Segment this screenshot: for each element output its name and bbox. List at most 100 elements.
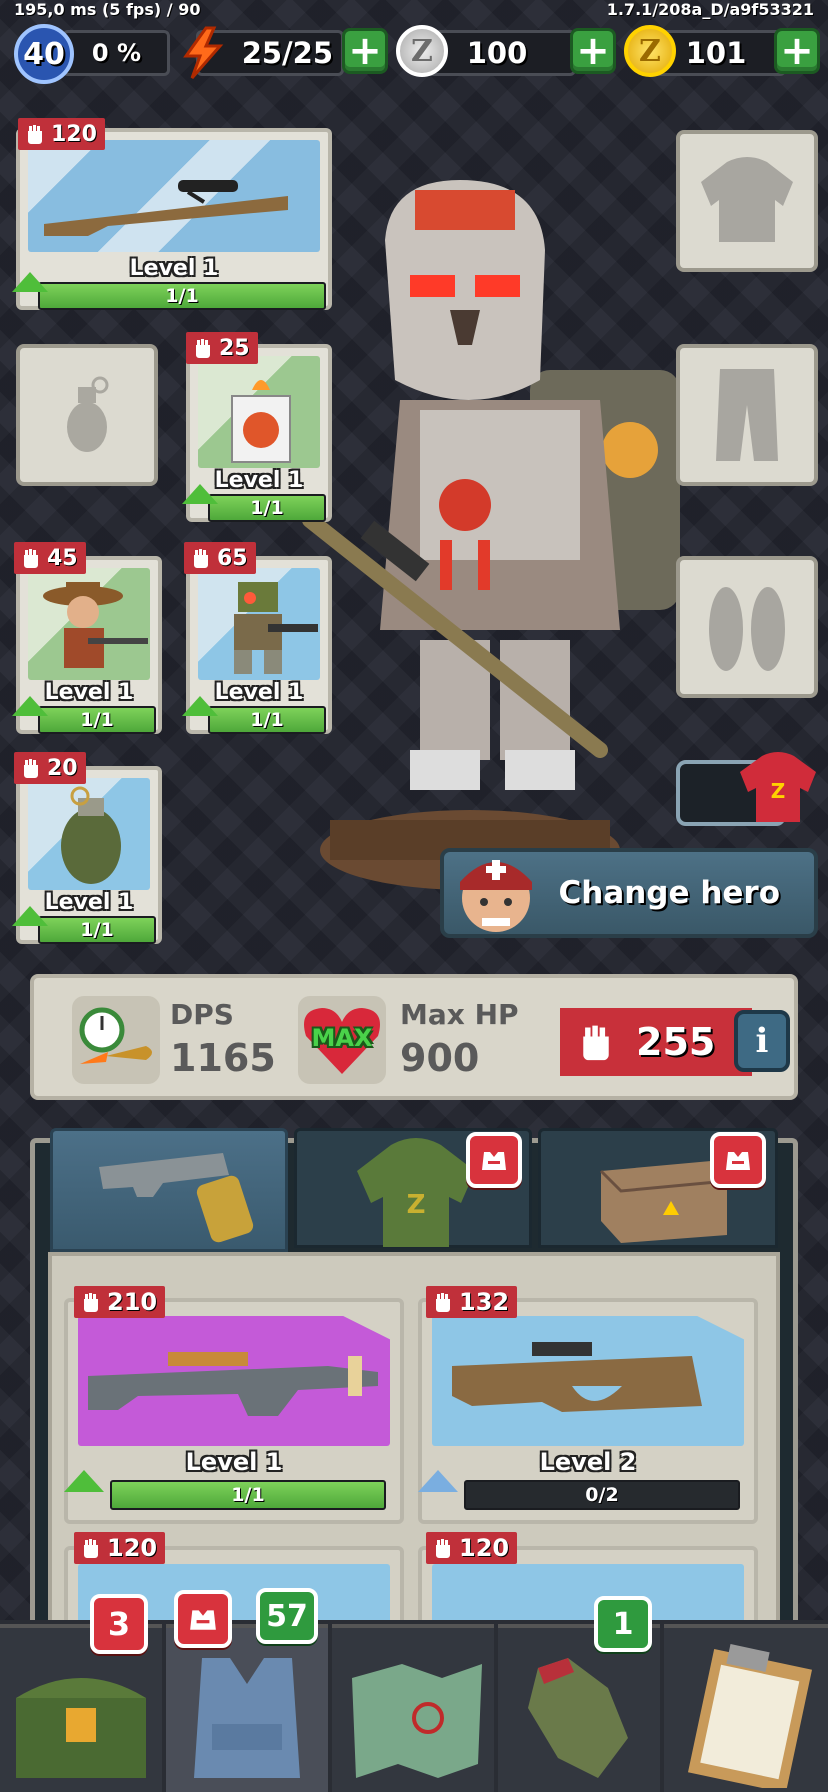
upgrade-arrow-icon bbox=[12, 696, 48, 716]
upgrade-arrow-icon bbox=[12, 272, 48, 292]
total-power-value: 255 bbox=[636, 1020, 716, 1064]
fist-icon bbox=[28, 125, 42, 144]
glove-count-badge: 1 bbox=[594, 1596, 652, 1652]
power-badge: 65 bbox=[184, 542, 256, 574]
xp-bar[interactable]: 0 % bbox=[62, 30, 170, 76]
equipped-card-cowboy[interactable]: Level 1 1/1 bbox=[12, 556, 162, 734]
equipped-card-grenade[interactable]: Level 1 1/1 bbox=[12, 766, 162, 944]
change-hero-label: Change hero bbox=[558, 875, 781, 911]
power-badge: 132 bbox=[426, 1286, 518, 1318]
power-badge: 45 bbox=[14, 542, 86, 574]
grenade-outline-icon bbox=[67, 376, 109, 452]
upgrade-arrow-icon bbox=[182, 696, 218, 716]
fist-icon bbox=[583, 1025, 609, 1061]
upgrade-arrow-icon bbox=[12, 906, 48, 926]
power-badge: 210 bbox=[74, 1286, 166, 1318]
dps-value: 1165 bbox=[170, 1036, 276, 1080]
progress-bar: 1/1 bbox=[38, 706, 156, 734]
progress-text: 0/2 bbox=[585, 1484, 619, 1506]
glove-icon bbox=[528, 1658, 628, 1778]
max-badge: MAX bbox=[311, 1024, 373, 1052]
nav-map[interactable] bbox=[332, 1624, 494, 1792]
slot-jacket-empty[interactable] bbox=[676, 130, 818, 272]
level-label: Level 1 bbox=[129, 256, 219, 281]
dps-label: DPS bbox=[170, 998, 234, 1031]
hero-portrait-icon bbox=[446, 840, 546, 940]
progress-bar: 1/1 bbox=[208, 706, 326, 734]
pistol-icon bbox=[99, 1153, 254, 1243]
smg-art bbox=[432, 1316, 744, 1446]
energy-plus-button[interactable]: + bbox=[342, 28, 388, 74]
fist-icon bbox=[436, 1293, 450, 1312]
progress-bar: 1/1 bbox=[110, 1480, 386, 1510]
fist-icon bbox=[194, 549, 208, 568]
inventory-item-rifle-purple[interactable]: Level 1 1/1 bbox=[64, 1298, 404, 1524]
debug-fps: 195,0 ms (5 fps) / 90 bbox=[14, 0, 201, 19]
red-hoodie-icon: Z bbox=[738, 752, 818, 828]
heart-icon: MAX bbox=[298, 996, 386, 1084]
power-badge: 25 bbox=[186, 332, 258, 364]
inventory-item-smg[interactable]: Level 2 0/2 bbox=[418, 1298, 758, 1524]
fist-icon bbox=[84, 1539, 98, 1558]
silver-value: 100 bbox=[466, 36, 528, 70]
equipped-card-rifle[interactable]: Level 1 1/1 bbox=[12, 128, 332, 310]
progress-bar: 1/1 bbox=[38, 282, 326, 310]
svg-text:Z: Z bbox=[407, 1190, 426, 1220]
power-badge: 120 bbox=[18, 118, 105, 150]
assault-rifle-art bbox=[78, 1316, 390, 1446]
progress-text: 1/1 bbox=[231, 1484, 265, 1506]
slot-shoes-empty[interactable] bbox=[676, 556, 818, 698]
fist-icon bbox=[24, 549, 38, 568]
chest-count-badge: 3 bbox=[90, 1594, 148, 1654]
slot-throwable-empty[interactable] bbox=[16, 344, 158, 486]
silver-coin-icon: Z bbox=[396, 25, 448, 77]
vest-icon bbox=[726, 1152, 750, 1170]
upgrade-arrow-icon bbox=[64, 1470, 104, 1492]
player-level-badge[interactable]: 40 bbox=[14, 24, 74, 84]
hero-figure bbox=[300, 160, 720, 940]
silver-plus-button[interactable]: + bbox=[570, 28, 616, 74]
fist-icon bbox=[436, 1539, 450, 1558]
equipped-card-lighter[interactable]: Level 1 1/1 bbox=[182, 344, 332, 522]
nav-missions[interactable] bbox=[664, 1624, 828, 1792]
tab-weapons[interactable] bbox=[50, 1128, 288, 1252]
tab-boxes-new-badge bbox=[710, 1132, 766, 1188]
power-badge: 20 bbox=[14, 752, 86, 784]
vest-icon bbox=[190, 1610, 216, 1630]
debug-version: 1.7.1/208a_D/a9f53321 bbox=[606, 0, 814, 19]
tab-clothing-new-badge bbox=[466, 1132, 522, 1188]
hoodie-outline-icon bbox=[701, 157, 793, 242]
gold-value: 101 bbox=[685, 36, 747, 70]
progress-text: 1/1 bbox=[250, 709, 284, 731]
gold-coin-icon: Z bbox=[624, 25, 676, 77]
bullet-stopwatch-icon bbox=[72, 996, 160, 1084]
equipped-card-robot[interactable]: Level 1 1/1 bbox=[182, 556, 332, 734]
progress-bar: 1/1 bbox=[208, 494, 326, 522]
upgrade-arrow-icon bbox=[182, 484, 218, 504]
clipboard-icon bbox=[687, 1644, 813, 1792]
sniper-rifle-art bbox=[28, 140, 320, 252]
total-power-banner: 255 bbox=[560, 1008, 752, 1076]
svg-text:Z: Z bbox=[771, 779, 786, 803]
vest-icon bbox=[194, 1658, 300, 1778]
fist-icon bbox=[24, 759, 38, 778]
hp-label: Max HP bbox=[400, 998, 519, 1031]
info-button[interactable]: i bbox=[734, 1010, 790, 1072]
gold-plus-button[interactable]: + bbox=[774, 28, 820, 74]
level-label: Level 2 bbox=[539, 1448, 637, 1476]
level-label: Level 1 bbox=[185, 1448, 283, 1476]
pants-outline-icon bbox=[716, 369, 778, 461]
progress-text: 1/1 bbox=[165, 285, 199, 307]
slot-pants-empty[interactable] bbox=[676, 344, 818, 486]
power-badge: 120 bbox=[426, 1532, 518, 1564]
shoes-outline-icon bbox=[709, 587, 785, 671]
nav-equipment[interactable] bbox=[166, 1624, 328, 1792]
energy-value: 25/25 bbox=[241, 36, 333, 70]
player-level: 40 bbox=[23, 36, 65, 72]
lighter-art bbox=[198, 356, 320, 468]
vest-icon bbox=[482, 1152, 506, 1170]
energy-icon bbox=[180, 26, 226, 84]
fist-icon bbox=[196, 339, 210, 358]
map-icon bbox=[352, 1664, 482, 1778]
progress-text: 1/1 bbox=[80, 709, 114, 731]
